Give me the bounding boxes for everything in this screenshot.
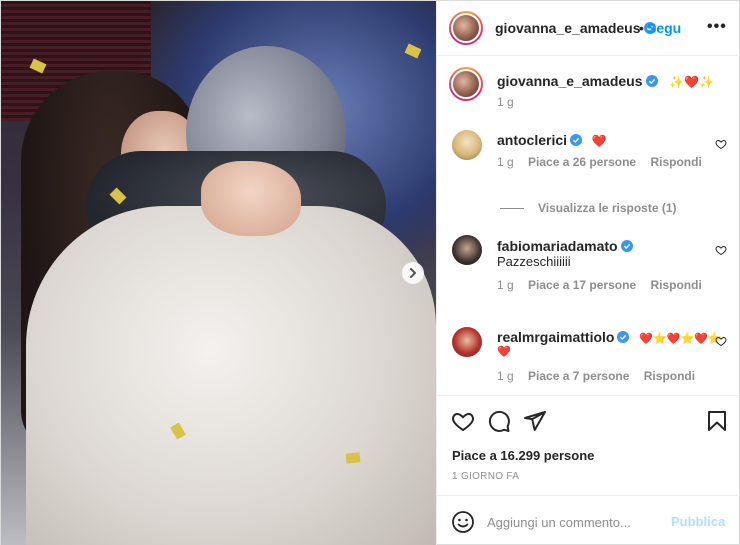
- hand: [201, 161, 301, 236]
- comment-time: 1 g: [497, 278, 514, 292]
- more-options-button[interactable]: •••: [707, 18, 727, 36]
- post-dialog: giovanna_e_amadeus • Segu ••• giovanna_e…: [0, 0, 740, 545]
- comment-username[interactable]: realmrgaimattiolo ❤️⭐❤️⭐❤️⭐: [497, 329, 722, 345]
- emoji-icon[interactable]: [451, 510, 475, 534]
- confetti: [345, 452, 361, 464]
- publish-button[interactable]: Pubblica: [671, 514, 725, 529]
- white-coat: [26, 206, 436, 545]
- comment-username[interactable]: fabiomariadamato: [497, 238, 633, 254]
- verified-badge-icon: [617, 331, 630, 343]
- comment-text: ❤️⭐❤️⭐❤️⭐: [639, 333, 722, 345]
- comment-icon[interactable]: [487, 409, 511, 433]
- comment-time: 1 g: [497, 155, 514, 169]
- comment-time: 1 g: [497, 369, 514, 383]
- post-header: giovanna_e_amadeus • Segu •••: [437, 1, 740, 56]
- reply-button[interactable]: Rispondi: [650, 155, 701, 169]
- separator-dot: •: [639, 20, 644, 36]
- bookmark-icon[interactable]: [705, 409, 729, 433]
- heart-icon[interactable]: [451, 409, 475, 433]
- comment-text: Pazzeschiiiiii: [497, 254, 571, 269]
- commenter-avatar[interactable]: [452, 327, 482, 357]
- next-photo-button[interactable]: [402, 262, 424, 284]
- replies-line: [500, 208, 524, 210]
- comment-input[interactable]: [487, 511, 667, 533]
- verified-badge-icon: [570, 134, 583, 146]
- reply-button[interactable]: Rispondi: [644, 369, 695, 383]
- heart-icon[interactable]: [715, 244, 727, 256]
- verified-badge-icon: [620, 240, 633, 252]
- heart-icon[interactable]: [715, 335, 727, 347]
- caption-text: ✨❤️✨: [669, 75, 715, 89]
- author-avatar[interactable]: [449, 11, 483, 45]
- post-actions: Piace a 16.299 persone 1 GIORNO FA: [437, 395, 740, 495]
- comment-meta: 1 g Piace a 26 persone Rispondi: [497, 155, 713, 169]
- comment-likes[interactable]: Piace a 17 persone: [528, 278, 636, 292]
- caption-time: 1 g: [497, 95, 514, 109]
- caption-username[interactable]: giovanna_e_amadeus ✨❤️✨: [497, 73, 714, 89]
- comment-username[interactable]: antoclerici ❤️: [497, 132, 607, 148]
- comment-meta: 1 g Piace a 17 persone Rispondi: [497, 278, 713, 292]
- comment-text: ❤️: [591, 134, 607, 148]
- reply-button[interactable]: Rispondi: [650, 278, 701, 292]
- comment-likes[interactable]: Piace a 7 persone: [528, 369, 629, 383]
- post-timestamp: 1 GIORNO FA: [452, 471, 520, 482]
- author-username[interactable]: giovanna_e_amadeus: [495, 20, 656, 36]
- caption-meta: 1 g: [497, 95, 525, 109]
- comment-meta: 1 g Piace a 7 persone Rispondi: [497, 369, 706, 383]
- share-icon[interactable]: [523, 409, 547, 433]
- add-comment-bar: Pubblica: [437, 495, 740, 545]
- post-photo[interactable]: [1, 1, 436, 545]
- chevron-right-icon: [410, 268, 416, 278]
- comments-panel: giovanna_e_amadeus • Segu ••• giovanna_e…: [436, 1, 740, 545]
- like-count[interactable]: Piace a 16.299 persone: [452, 448, 594, 463]
- caption-avatar[interactable]: [449, 67, 483, 101]
- verified-badge-icon: [645, 75, 658, 87]
- view-replies-button[interactable]: Visualizza le risposte (1): [500, 201, 677, 215]
- comment-likes[interactable]: Piace a 26 persone: [528, 155, 636, 169]
- comment-text-continued: ❤️: [497, 346, 511, 358]
- heart-icon[interactable]: [715, 138, 727, 150]
- commenter-avatar[interactable]: [452, 130, 482, 160]
- commenter-avatar[interactable]: [452, 235, 482, 265]
- follow-button[interactable]: Segu: [647, 20, 681, 36]
